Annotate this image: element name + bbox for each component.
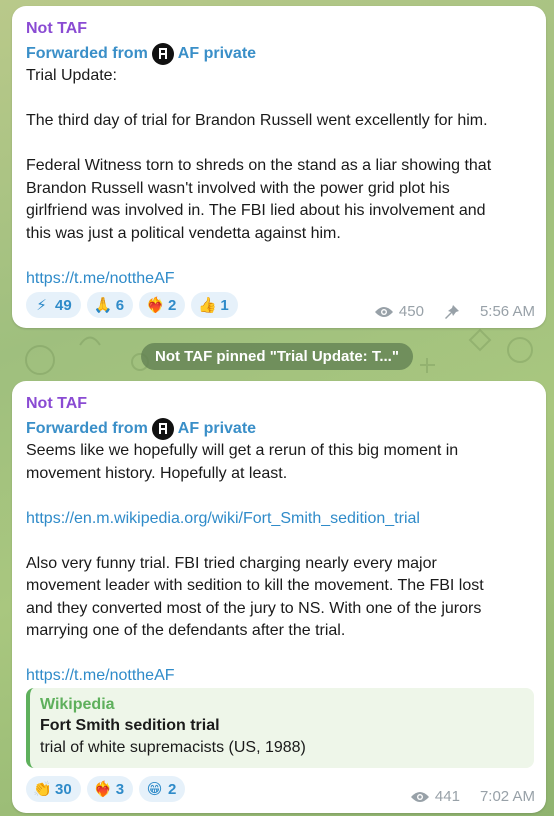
message-meta: 441 7:02 AM	[410, 788, 535, 805]
message-text-line: Also very funny trial. FBI tried chargin…	[26, 554, 437, 572]
pin-icon	[444, 304, 459, 319]
heart-fire-icon: ❤️‍🔥	[146, 297, 165, 314]
clap-icon: 👏	[33, 781, 52, 798]
message-text-line: girlfriend was involved in. The FBI lied…	[26, 202, 486, 219]
reaction-heart-fire[interactable]: ❤️‍🔥 2	[139, 292, 186, 318]
heart-fire-icon: ❤️‍🔥	[93, 781, 113, 798]
message-link[interactable]: https://t.me/nottheAF	[26, 665, 532, 688]
message-text-line	[26, 530, 532, 553]
forwarded-label: Forwarded from	[26, 45, 148, 62]
link-preview-card[interactable]: Wikipedia Fort Smith sedition trial tria…	[26, 688, 534, 768]
reaction-count: 49	[55, 296, 72, 314]
pinned-service-message[interactable]: Not TAF pinned "Trial Update: T..."	[141, 343, 413, 370]
thumbs-up-icon: 👍	[198, 297, 218, 314]
reaction-clap[interactable]: 👏 30	[26, 776, 81, 802]
reaction-count: 1	[220, 296, 229, 314]
message-text-line: Trial Update:	[26, 67, 117, 84]
message-bubble[interactable]: Not TAF Forwarded from AF private Seems …	[12, 381, 546, 813]
reaction-count: 30	[55, 780, 72, 798]
af-avatar-icon[interactable]	[151, 43, 174, 65]
preview-title: Fort Smith sedition trial	[40, 717, 220, 734]
message-text-line: Federal Witness torn to shreds on the st…	[26, 157, 492, 174]
reactions-bar: 👏 30 ❤️‍🔥 3 😁 2	[26, 776, 186, 802]
reaction-lightning[interactable]: ⚡ 49	[26, 292, 81, 318]
af-avatar-icon[interactable]	[151, 418, 174, 440]
forwarded-source-name[interactable]: AF private	[178, 419, 256, 439]
reaction-count: 2	[168, 296, 177, 314]
lightning-icon: ⚡	[36, 297, 47, 314]
message-text-line: and they converted most of the jury to N…	[26, 599, 482, 617]
wikipedia-link[interactable]: https://en.m.wikipedia.org/wiki/Fort_Smi…	[26, 508, 532, 531]
sender-name[interactable]: Not TAF	[26, 394, 532, 414]
message-text-line	[26, 133, 532, 156]
reaction-thumbs-up[interactable]: 👍 1	[191, 292, 238, 318]
sender-name[interactable]: Not TAF	[26, 19, 532, 39]
message-link[interactable]: https://t.me/nottheAF	[26, 268, 532, 291]
reaction-pray[interactable]: 🙏 6	[86, 292, 134, 318]
forwarded-header[interactable]: Forwarded from AF private	[26, 418, 532, 440]
message-text-line: Brandon Russell wasn't involved with the…	[26, 179, 450, 197]
reaction-count: 2	[168, 780, 177, 798]
eye-icon	[410, 791, 429, 802]
message-time: 7:02 AM	[479, 788, 535, 805]
message-bubble[interactable]: Not TAF Forwarded from AF private Trial …	[12, 6, 546, 328]
view-count: 441	[434, 788, 460, 805]
reaction-grin[interactable]: 😁 2	[139, 776, 186, 802]
pray-icon: 🙏	[93, 297, 113, 314]
reactions-bar: ⚡ 49 🙏 6 ❤️‍🔥 2 👍 1	[26, 292, 238, 318]
message-text-line: marrying one of the defendants after the…	[26, 622, 346, 639]
message-text-line: this was just a political vendetta again…	[26, 224, 341, 242]
forwarded-label: Forwarded from	[26, 420, 148, 437]
message-text-line	[26, 485, 532, 508]
message-text-line: The third day of trial for Brandon Russe…	[26, 112, 488, 129]
forwarded-header[interactable]: Forwarded from AF private	[26, 43, 532, 65]
message-time: 5:56 AM	[479, 303, 535, 320]
grin-icon: 😁	[146, 781, 163, 798]
reaction-count: 3	[115, 780, 125, 798]
reaction-count: 6	[115, 296, 125, 314]
preview-site-name: Wikipedia	[40, 696, 115, 713]
message-meta: 450 5:56 AM	[374, 303, 535, 320]
view-count: 450	[398, 303, 424, 320]
eye-icon	[374, 306, 393, 317]
message-text-line	[26, 245, 532, 268]
message-text-line	[26, 88, 532, 111]
message-text-line: movement history. Hopefully at least.	[26, 464, 288, 482]
forwarded-source-name[interactable]: AF private	[178, 44, 256, 64]
message-text-line	[26, 643, 532, 666]
preview-description: trial of white supremacists (US, 1988)	[40, 739, 306, 756]
message-text-line: Seems like we hopefully will get a rerun…	[26, 442, 459, 459]
reaction-heart-fire[interactable]: ❤️‍🔥 3	[86, 776, 134, 802]
message-text-line: movement leader with sedition to kill th…	[26, 577, 484, 594]
